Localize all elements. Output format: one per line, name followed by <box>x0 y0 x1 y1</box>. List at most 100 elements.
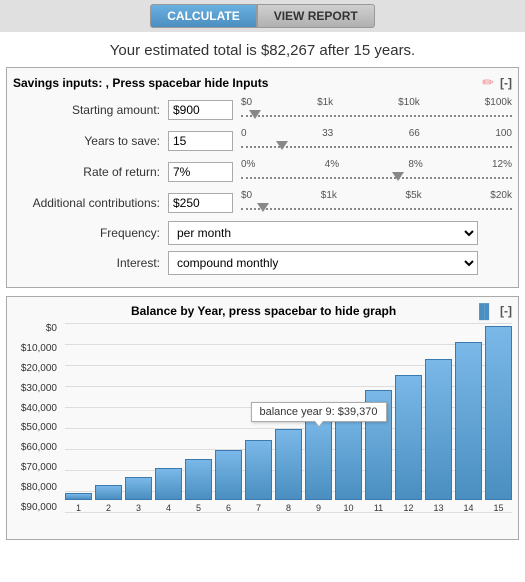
bar-year-label: 8 <box>286 503 291 513</box>
frequency-select-wrap: per month per year one time <box>168 221 512 245</box>
slider-handle[interactable] <box>257 203 269 212</box>
rate-slider[interactable]: 0%4%8%12% <box>241 159 512 184</box>
bar[interactable] <box>65 493 92 500</box>
bar-group[interactable]: 9balance year 9: $39,370 <box>305 417 332 513</box>
rate-input[interactable] <box>168 162 233 182</box>
graph-collapse-button[interactable]: [-] <box>500 304 512 318</box>
y-label: $50,000 <box>13 422 61 433</box>
graph-title: Balance by Year, press spacebar to hide … <box>53 304 474 318</box>
frequency-row: Frequency: per month per year one time <box>13 221 512 245</box>
y-label: $90,000 <box>13 502 61 513</box>
years-slider-track[interactable] <box>241 141 512 153</box>
y-label: $0 <box>13 323 61 334</box>
slider-handle[interactable] <box>392 172 404 181</box>
slider-handle[interactable] <box>249 110 261 119</box>
contributions-slider[interactable]: $0$1k$5k$20k <box>241 190 512 215</box>
slider-dotted-line <box>241 177 512 179</box>
bar[interactable] <box>455 342 482 500</box>
inputs-section: Savings inputs: , Press spacebar hide In… <box>6 67 519 288</box>
view-report-button[interactable]: VIEW REPORT <box>257 4 375 28</box>
bar[interactable] <box>395 375 422 500</box>
bar[interactable] <box>425 359 452 500</box>
starting-amount-slider-labels: $0$1k$10k$100k <box>241 97 512 108</box>
slider-handle[interactable] <box>276 141 288 150</box>
bar-group[interactable]: 7 <box>245 440 272 513</box>
frequency-label: Frequency: <box>13 226 168 240</box>
bar[interactable] <box>185 459 212 500</box>
bar[interactable] <box>245 440 272 500</box>
slider-dotted-line <box>241 115 512 117</box>
y-label: $30,000 <box>13 383 61 394</box>
bar-year-label: 1 <box>76 503 81 513</box>
inputs-header-title: Savings inputs: , Press spacebar hide In… <box>13 76 268 90</box>
bar-group[interactable]: 6 <box>215 450 242 513</box>
bars-container: 123456789balance year 9: $39,37010111213… <box>65 323 512 513</box>
bar-group[interactable]: 13 <box>425 359 452 513</box>
contributions-slider-track[interactable] <box>241 203 512 215</box>
bar[interactable] <box>215 450 242 500</box>
interest-select[interactable]: compound monthly compound annually simpl… <box>168 251 478 275</box>
bar-group[interactable]: 12 <box>395 375 422 513</box>
starting-amount-row: Starting amount: $0$1k$10k$100k <box>13 97 512 122</box>
rate-slider-labels: 0%4%8%12% <box>241 159 512 170</box>
bar-year-label: 9 <box>316 503 321 513</box>
bar-year-label: 11 <box>374 503 383 513</box>
bar-group[interactable]: 5 <box>185 459 212 513</box>
chart-container: $90,000 $80,000 $70,000 $60,000 $50,000 … <box>13 323 512 533</box>
interest-select-wrap: compound monthly compound annually simpl… <box>168 251 512 275</box>
bar[interactable] <box>155 468 182 500</box>
years-slider[interactable]: 03366100 <box>241 128 512 153</box>
bar[interactable] <box>95 485 122 500</box>
starting-amount-input[interactable] <box>168 100 233 120</box>
contributions-row: Additional contributions: $0$1k$5k$20k <box>13 190 512 215</box>
bar-group[interactable]: 4 <box>155 468 182 513</box>
edit-icon[interactable]: ✏ <box>482 74 494 91</box>
y-label: $10,000 <box>13 343 61 354</box>
y-label: $60,000 <box>13 442 61 453</box>
inputs-header: Savings inputs: , Press spacebar hide In… <box>13 74 512 91</box>
contributions-input[interactable] <box>168 193 233 213</box>
chart-tooltip: balance year 9: $39,370 <box>250 402 386 422</box>
y-label: $20,000 <box>13 363 61 374</box>
graph-header: Balance by Year, press spacebar to hide … <box>13 303 512 319</box>
bar-group[interactable]: 3 <box>125 477 152 513</box>
bar-group[interactable]: 15 <box>485 326 512 513</box>
bar[interactable] <box>125 477 152 500</box>
starting-amount-label: Starting amount: <box>13 103 168 117</box>
bar-year-label: 7 <box>256 503 261 513</box>
calculate-button[interactable]: CALCULATE <box>150 4 256 28</box>
rate-row: Rate of return: 0%4%8%12% <box>13 159 512 184</box>
contributions-slider-labels: $0$1k$5k$20k <box>241 190 512 201</box>
frequency-select[interactable]: per month per year one time <box>168 221 478 245</box>
graph-controls: ▐▌ [-] <box>474 303 512 319</box>
bar-chart-icon[interactable]: ▐▌ <box>474 303 494 319</box>
slider-dotted-line <box>241 208 512 210</box>
bar[interactable] <box>305 417 332 500</box>
bar-year-label: 4 <box>166 503 171 513</box>
rate-slider-track[interactable] <box>241 172 512 184</box>
bar-group[interactable]: 14 <box>455 342 482 513</box>
y-label: $70,000 <box>13 462 61 473</box>
bar-year-label: 2 <box>106 503 111 513</box>
bar-group[interactable]: 2 <box>95 485 122 513</box>
bar-year-label: 13 <box>433 503 443 513</box>
years-input[interactable] <box>168 131 233 151</box>
y-label: $80,000 <box>13 482 61 493</box>
inputs-header-controls: ✏ [-] <box>482 74 512 91</box>
bar-year-label: 10 <box>343 503 353 513</box>
years-slider-labels: 03366100 <box>241 128 512 139</box>
inputs-collapse-button[interactable]: [-] <box>500 76 512 90</box>
starting-amount-slider[interactable]: $0$1k$10k$100k <box>241 97 512 122</box>
bar-group[interactable]: 8 <box>275 429 302 513</box>
years-input-wrap <box>168 131 233 151</box>
years-label: Years to save: <box>13 134 168 148</box>
starting-amount-slider-track[interactable] <box>241 110 512 122</box>
bar-group[interactable]: 1 <box>65 493 92 513</box>
bar[interactable] <box>485 326 512 500</box>
bar-year-label: 15 <box>493 503 503 513</box>
bar[interactable] <box>275 429 302 500</box>
years-row: Years to save: 03366100 <box>13 128 512 153</box>
toolbar: CALCULATE VIEW REPORT <box>0 0 525 32</box>
summary-text: Your estimated total is $82,267 after 15… <box>0 32 525 67</box>
starting-amount-input-wrap <box>168 100 233 120</box>
